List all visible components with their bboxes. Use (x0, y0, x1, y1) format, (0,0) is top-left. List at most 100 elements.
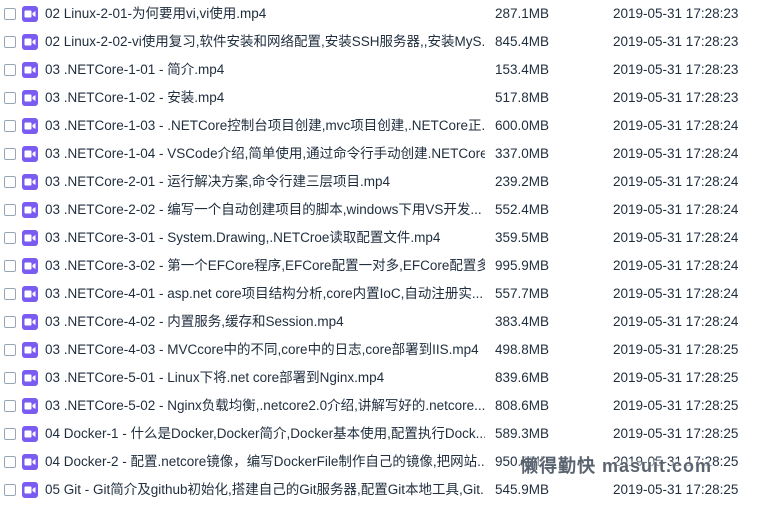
file-row[interactable]: 03 .NETCore-4-02 - 内置服务,缓存和Session.mp4 38… (0, 308, 761, 336)
video-file-icon (22, 174, 38, 190)
file-name[interactable]: 03 .NETCore-3-01 - System.Drawing,.NETCr… (45, 224, 485, 252)
checkbox-icon[interactable] (4, 400, 16, 412)
file-row[interactable]: 03 .NETCore-4-01 - asp.net core项目结构分析,co… (0, 280, 761, 308)
file-name[interactable]: 03 .NETCore-2-01 - 运行解决方案,命令行建三层项目.mp4 (45, 168, 485, 196)
file-date: 2019-05-31 17:28:25 (613, 398, 739, 413)
file-row[interactable]: 03 .NETCore-3-02 - 第一个EFCore程序,EFCore配置一… (0, 252, 761, 280)
file-row[interactable]: 04 Docker-1 - 什么是Docker,Docker简介,Docker基… (0, 420, 761, 448)
file-size: 808.6MB (495, 398, 550, 413)
file-row[interactable]: 02 Linux-2-02-vi使用复习,软件安装和网络配置,安装SSH服务器,… (0, 28, 761, 56)
checkbox-icon[interactable] (4, 148, 16, 160)
video-file-icon (22, 258, 38, 274)
file-size: 845.4MB (495, 34, 550, 49)
file-name[interactable]: 03 .NETCore-5-01 - Linux下将.net core部署到Ng… (45, 364, 485, 392)
video-file-icon (22, 454, 38, 470)
watermark: 懒得勤快 masuit.com (520, 456, 713, 476)
file-date: 2019-05-31 17:28:24 (613, 230, 739, 245)
file-name[interactable]: 03 .NETCore-4-02 - 内置服务,缓存和Session.mp4 (45, 308, 485, 336)
checkbox-icon[interactable] (4, 204, 16, 216)
file-name[interactable]: 02 Linux-2-01-为何要用vi,vi使用.mp4 (45, 0, 485, 28)
file-name[interactable]: 03 .NETCore-1-02 - 安装.mp4 (45, 84, 485, 112)
video-file-icon (22, 118, 38, 134)
checkbox-icon[interactable] (4, 176, 16, 188)
file-name[interactable]: 03 .NETCore-1-04 - VSCode介绍,简单使用,通过命令行手动… (45, 140, 485, 168)
checkbox-icon[interactable] (4, 260, 16, 272)
file-size: 383.4MB (495, 314, 550, 329)
file-name[interactable]: 03 .NETCore-1-01 - 简介.mp4 (45, 56, 485, 84)
file-name[interactable]: 03 .NETCore-1-03 - .NETCore控制台项目创建,mvc项目… (45, 112, 485, 140)
checkbox-icon[interactable] (4, 428, 16, 440)
file-date: 2019-05-31 17:28:24 (613, 202, 739, 217)
video-file-icon (22, 370, 38, 386)
video-file-icon (22, 314, 38, 330)
file-row[interactable]: 05 Git - Git简介及github初始化,搭建自己的Git服务器,配置G… (0, 476, 761, 504)
file-row[interactable]: 03 .NETCore-2-02 - 编写一个自动创建项目的脚本,windows… (0, 196, 761, 224)
file-name[interactable]: 05 Git - Git简介及github初始化,搭建自己的Git服务器,配置G… (45, 476, 485, 504)
file-size: 287.1MB (495, 6, 550, 21)
video-file-icon (22, 146, 38, 162)
file-date: 2019-05-31 17:28:24 (613, 146, 739, 161)
video-file-icon (22, 426, 38, 442)
file-size: 239.2MB (495, 174, 550, 189)
file-date: 2019-05-31 17:28:23 (613, 90, 739, 105)
file-size: 517.8MB (495, 90, 550, 105)
file-row[interactable]: 03 .NETCore-1-03 - .NETCore控制台项目创建,mvc项目… (0, 112, 761, 140)
video-file-icon (22, 286, 38, 302)
file-name[interactable]: 03 .NETCore-4-01 - asp.net core项目结构分析,co… (45, 280, 485, 308)
file-name[interactable]: 03 .NETCore-2-02 - 编写一个自动创建项目的脚本,windows… (45, 196, 485, 224)
checkbox-icon[interactable] (4, 36, 16, 48)
checkbox-icon[interactable] (4, 64, 16, 76)
video-file-icon (22, 6, 38, 22)
file-row[interactable]: 03 .NETCore-1-02 - 安装.mp4 517.8MB 2019-05-… (0, 84, 761, 112)
checkbox-icon[interactable] (4, 120, 16, 132)
file-row[interactable]: 03 .NETCore-5-02 - Nginx负载均衡,.netcore2.0… (0, 392, 761, 420)
video-file-icon (22, 90, 38, 106)
video-file-icon (22, 482, 38, 498)
video-file-icon (22, 62, 38, 78)
checkbox-icon[interactable] (4, 8, 16, 20)
file-date: 2019-05-31 17:28:23 (613, 62, 739, 77)
file-row[interactable]: 03 .NETCore-3-01 - System.Drawing,.NETCr… (0, 224, 761, 252)
file-size: 552.4MB (495, 202, 550, 217)
checkbox-icon[interactable] (4, 92, 16, 104)
checkbox-icon[interactable] (4, 344, 16, 356)
file-list: 02 Linux-2-01-为何要用vi,vi使用.mp4 287.1MB 2019… (0, 0, 761, 504)
video-file-icon (22, 398, 38, 414)
file-row[interactable]: 03 .NETCore-4-03 - MVCcore中的不同,core中的日志,… (0, 336, 761, 364)
file-row[interactable]: 03 .NETCore-1-04 - VSCode介绍,简单使用,通过命令行手动… (0, 140, 761, 168)
file-name[interactable]: 03 .NETCore-4-03 - MVCcore中的不同,core中的日志,… (45, 336, 485, 364)
file-name[interactable]: 04 Docker-2 - 配置.netcore镜像，编写DockerFile制… (45, 448, 485, 476)
file-name[interactable]: 03 .NETCore-3-02 - 第一个EFCore程序,EFCore配置一… (45, 252, 485, 280)
checkbox-icon[interactable] (4, 288, 16, 300)
file-date: 2019-05-31 17:28:24 (613, 286, 739, 301)
file-date: 2019-05-31 17:28:24 (613, 258, 739, 273)
file-date: 2019-05-31 17:28:25 (613, 482, 739, 497)
checkbox-icon[interactable] (4, 484, 16, 496)
video-file-icon (22, 34, 38, 50)
file-size: 498.8MB (495, 342, 550, 357)
file-size: 839.6MB (495, 370, 550, 385)
file-date: 2019-05-31 17:28:25 (613, 342, 739, 357)
video-file-icon (22, 230, 38, 246)
file-size: 153.4MB (495, 62, 550, 77)
file-size: 600.0MB (495, 118, 550, 133)
checkbox-icon[interactable] (4, 232, 16, 244)
file-date: 2019-05-31 17:28:24 (613, 314, 739, 329)
file-date: 2019-05-31 17:28:23 (613, 6, 739, 21)
file-date: 2019-05-31 17:28:25 (613, 426, 739, 441)
file-name[interactable]: 04 Docker-1 - 什么是Docker,Docker简介,Docker基… (45, 420, 485, 448)
checkbox-icon[interactable] (4, 316, 16, 328)
file-row[interactable]: 03 .NETCore-2-01 - 运行解决方案,命令行建三层项目.mp4 23… (0, 168, 761, 196)
file-name[interactable]: 02 Linux-2-02-vi使用复习,软件安装和网络配置,安装SSH服务器,… (45, 28, 485, 56)
file-size: 995.9MB (495, 258, 550, 273)
file-date: 2019-05-31 17:28:23 (613, 34, 739, 49)
checkbox-icon[interactable] (4, 372, 16, 384)
file-name[interactable]: 03 .NETCore-5-02 - Nginx负载均衡,.netcore2.0… (45, 392, 485, 420)
checkbox-icon[interactable] (4, 456, 16, 468)
file-row[interactable]: 03 .NETCore-5-01 - Linux下将.net core部署到Ng… (0, 364, 761, 392)
file-size: 337.0MB (495, 146, 550, 161)
file-size: 589.3MB (495, 426, 550, 441)
file-date: 2019-05-31 17:28:24 (613, 174, 739, 189)
file-row[interactable]: 02 Linux-2-01-为何要用vi,vi使用.mp4 287.1MB 2019… (0, 0, 761, 28)
file-row[interactable]: 03 .NETCore-1-01 - 简介.mp4 153.4MB 2019-05-… (0, 56, 761, 84)
